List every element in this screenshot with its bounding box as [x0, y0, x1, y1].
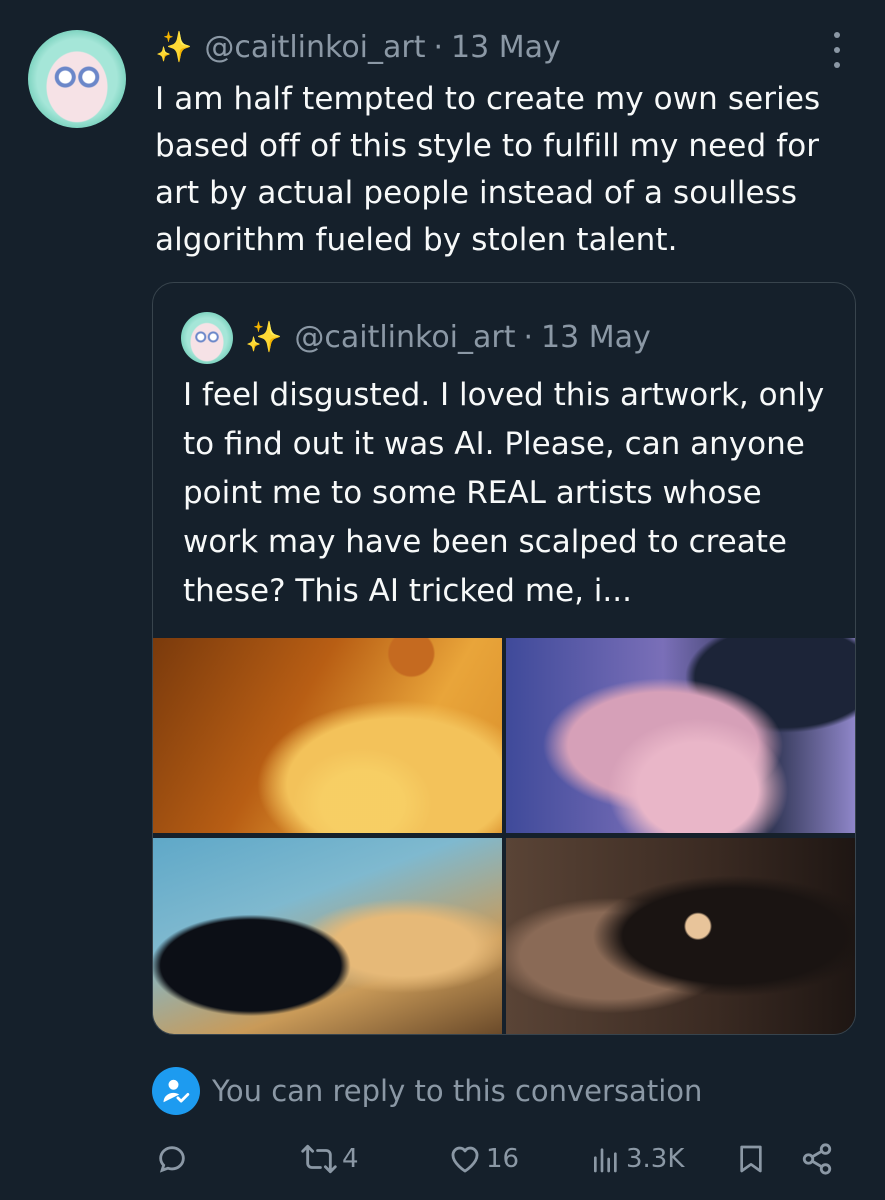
- quote-date[interactable]: 13 May: [541, 320, 651, 355]
- reply-permission-notice: You can reply to this conversation: [152, 1066, 702, 1116]
- like-button[interactable]: 16: [448, 1132, 519, 1186]
- avatar[interactable]: [28, 30, 126, 128]
- quote-image-2[interactable]: [506, 638, 855, 833]
- like-icon: [451, 1146, 479, 1173]
- views-icon: [594, 1148, 617, 1173]
- share-button[interactable]: [800, 1132, 834, 1186]
- sparkle-emoji: ✨: [155, 29, 193, 65]
- retweet-button[interactable]: 4: [300, 1132, 359, 1186]
- quoted-tweet[interactable]: ✨ @caitlinkoi_art · 13 May I feel disgus…: [152, 282, 856, 1035]
- sparkle-emoji: ✨: [245, 319, 283, 355]
- tweet-header: ✨ @caitlinkoi_art · 13 May: [155, 26, 561, 68]
- user-handle[interactable]: @caitlinkoi_art: [204, 30, 425, 65]
- tweet: ✨ @caitlinkoi_art · 13 May I am half tem…: [0, 0, 885, 1200]
- more-icon[interactable]: [822, 32, 852, 68]
- quote-image-1[interactable]: [153, 638, 502, 833]
- person-check-icon: [152, 1067, 200, 1115]
- tweet-text: I am half tempted to create my own serie…: [155, 81, 821, 258]
- reply-icon: [159, 1146, 185, 1173]
- separator: ·: [433, 29, 444, 65]
- bookmark-icon: [740, 1145, 762, 1173]
- quote-user-handle[interactable]: @caitlinkoi_art: [294, 320, 515, 355]
- share-icon: [802, 1143, 832, 1175]
- reply-button[interactable]: [155, 1132, 189, 1186]
- bookmark-button[interactable]: [735, 1132, 767, 1186]
- reply-notice-text: You can reply to this conversation: [212, 1074, 703, 1108]
- tweet-date[interactable]: 13 May: [451, 30, 561, 65]
- quote-header: ✨ @caitlinkoi_art · 13 May: [245, 316, 651, 358]
- quote-image-3[interactable]: [153, 838, 502, 1034]
- action-bar: 4 16 3.3K: [0, 1132, 885, 1186]
- views-button[interactable]: 3.3K: [590, 1132, 684, 1186]
- like-count: 16: [486, 1144, 520, 1174]
- quote-avatar[interactable]: [181, 312, 233, 364]
- quote-text: I feel disgusted. I loved this artwork, …: [183, 377, 825, 609]
- quote-image-4[interactable]: [506, 838, 855, 1034]
- views-count: 3.3K: [626, 1144, 685, 1174]
- retweet-icon: [301, 1144, 337, 1174]
- separator: ·: [523, 319, 534, 355]
- retweet-count: 4: [342, 1144, 359, 1174]
